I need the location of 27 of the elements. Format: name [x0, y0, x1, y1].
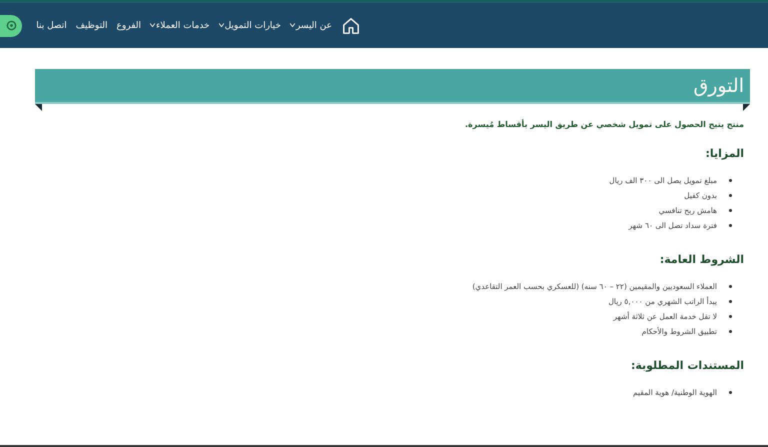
bullet-icon [729, 224, 732, 227]
bullet-icon [729, 391, 732, 394]
nav-link[interactable]: عن اليسر [290, 20, 332, 30]
bullet-icon [729, 330, 732, 333]
bullet-icon [729, 300, 732, 303]
nav-link[interactable]: الفروع [116, 20, 142, 30]
nav-link[interactable]: التوظيف [76, 20, 108, 30]
page-title: التورق [693, 74, 744, 96]
bullet-icon [729, 179, 732, 182]
caret-icon [290, 22, 295, 26]
bullet-icon [729, 194, 732, 197]
home-icon[interactable] [342, 16, 360, 34]
bullet-icon [729, 209, 732, 212]
fold-icon [743, 104, 750, 111]
nav-link[interactable]: اتصل بنا [36, 20, 67, 30]
nav-link[interactable]: خيارات التمويل [218, 20, 281, 30]
caret-icon [218, 22, 224, 26]
bullet-icon [729, 285, 732, 288]
section-heading: الشروط العامة: [658, 253, 744, 266]
section-heading: المزايا: [704, 147, 744, 160]
intro-text: منتج يتيح الحصول على تمويل شخصي عن طريق اليسر بأقساط مُيسرة. [464, 120, 744, 129]
fold-icon [35, 104, 42, 111]
chat-button[interactable] [0, 14, 22, 36]
nav-link[interactable]: خدمات العملاء [150, 20, 210, 30]
bullet-icon [729, 315, 732, 318]
caret-icon [150, 22, 156, 26]
section-heading: المستندات المطلوبة: [630, 359, 744, 372]
